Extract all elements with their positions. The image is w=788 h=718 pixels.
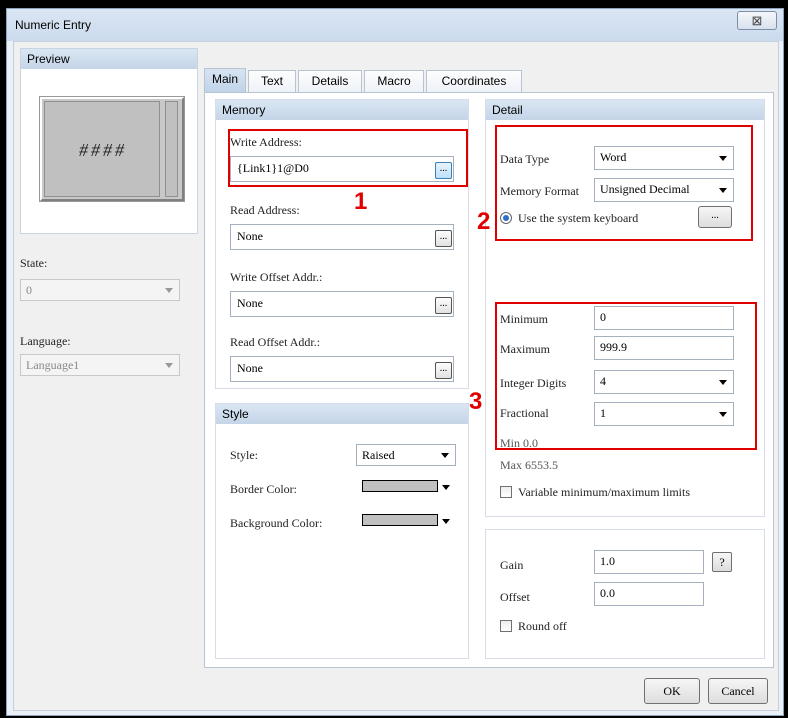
chevron-down-icon [165, 288, 173, 293]
tab-details[interactable]: Details [298, 70, 362, 92]
gain-label: Gain [500, 558, 524, 572]
preview-numeric-entry: #### [40, 97, 184, 201]
preview-display-area: #### [44, 101, 160, 197]
background-color-swatch [362, 514, 438, 526]
dialog-client-area: Preview #### State: 0 Language: Language… [13, 41, 779, 711]
background-color-picker[interactable] [356, 510, 456, 532]
preview-panel: Preview #### [20, 48, 198, 234]
round-off-checkbox[interactable] [500, 620, 512, 632]
annotation-box-2 [495, 125, 753, 241]
border-color-label: Border Color: [230, 482, 297, 496]
close-button[interactable]: ⊠ [737, 11, 777, 30]
read-address-browse-button[interactable]: ... [435, 230, 452, 247]
close-icon: ⊠ [751, 13, 763, 28]
preview-side-bar [165, 101, 178, 197]
window-title: Numeric Entry [15, 18, 92, 32]
write-offset-field[interactable]: None [230, 291, 454, 317]
max-info-text: Max 6553.5 [500, 458, 558, 472]
memory-header: Memory [216, 100, 468, 120]
language-label: Language: [20, 334, 71, 348]
tab-macro[interactable]: Macro [364, 70, 424, 92]
read-address-value: None [237, 229, 263, 243]
state-select[interactable]: 0 [20, 279, 180, 301]
annotation-number-1: 1 [354, 188, 368, 215]
offset-label: Offset [500, 590, 530, 604]
state-label: State: [20, 256, 48, 270]
gain-field[interactable]: 1.0 [594, 550, 704, 574]
detail-header: Detail [486, 100, 764, 120]
read-address-field[interactable]: None [230, 224, 454, 250]
ok-button[interactable]: OK [644, 678, 700, 704]
gain-help-button[interactable]: ? [712, 552, 732, 572]
write-offset-label: Write Offset Addr.: [230, 270, 323, 284]
gain-value: 1.0 [600, 554, 615, 568]
preview-header: Preview [21, 49, 197, 69]
style-select[interactable]: Raised [356, 444, 456, 466]
offset-field[interactable]: 0.0 [594, 582, 704, 606]
cancel-button[interactable]: Cancel [708, 678, 768, 704]
style-value: Raised [362, 448, 395, 462]
tab-main[interactable]: Main [204, 68, 246, 92]
chevron-down-icon [442, 485, 450, 490]
style-group: Style Style: Raised Border Color: Backgr… [215, 403, 469, 659]
background-color-label: Background Color: [230, 516, 323, 530]
chevron-down-icon [442, 519, 450, 524]
numeric-entry-dialog: Numeric Entry ⊠ Preview #### State: 0 La… [6, 8, 784, 716]
style-label: Style: [230, 448, 259, 462]
style-header: Style [216, 404, 468, 424]
round-off-label: Round off [518, 619, 567, 633]
title-bar: Numeric Entry ⊠ [7, 9, 783, 41]
read-offset-value: None [237, 361, 263, 375]
annotation-number-3: 3 [469, 388, 483, 415]
variable-limits-label: Variable minimum/maximum limits [518, 485, 690, 499]
border-color-picker[interactable] [356, 476, 456, 498]
preview-display-text: #### [79, 140, 127, 160]
annotation-number-2: 2 [477, 208, 491, 235]
read-offset-field[interactable]: None [230, 356, 454, 382]
read-offset-label: Read Offset Addr.: [230, 335, 321, 349]
state-value: 0 [26, 283, 32, 297]
write-offset-browse-button[interactable]: ... [435, 297, 452, 314]
tab-coordinates[interactable]: Coordinates [426, 70, 522, 92]
write-offset-value: None [237, 296, 263, 310]
help-icon: ? [719, 555, 725, 569]
border-color-swatch [362, 480, 438, 492]
chevron-down-icon [165, 363, 173, 368]
language-select[interactable]: Language1 [20, 354, 180, 376]
tab-text[interactable]: Text [248, 70, 296, 92]
read-address-label: Read Address: [230, 203, 300, 217]
offset-value: 0.0 [600, 586, 615, 600]
read-offset-browse-button[interactable]: ... [435, 362, 452, 379]
annotation-box-3 [495, 302, 757, 450]
language-value: Language1 [26, 358, 80, 372]
annotation-box-1 [228, 129, 468, 187]
gain-group: Gain 1.0 ? Offset 0.0 Round off [485, 529, 765, 659]
variable-limits-checkbox[interactable] [500, 486, 512, 498]
chevron-down-icon [441, 453, 449, 458]
